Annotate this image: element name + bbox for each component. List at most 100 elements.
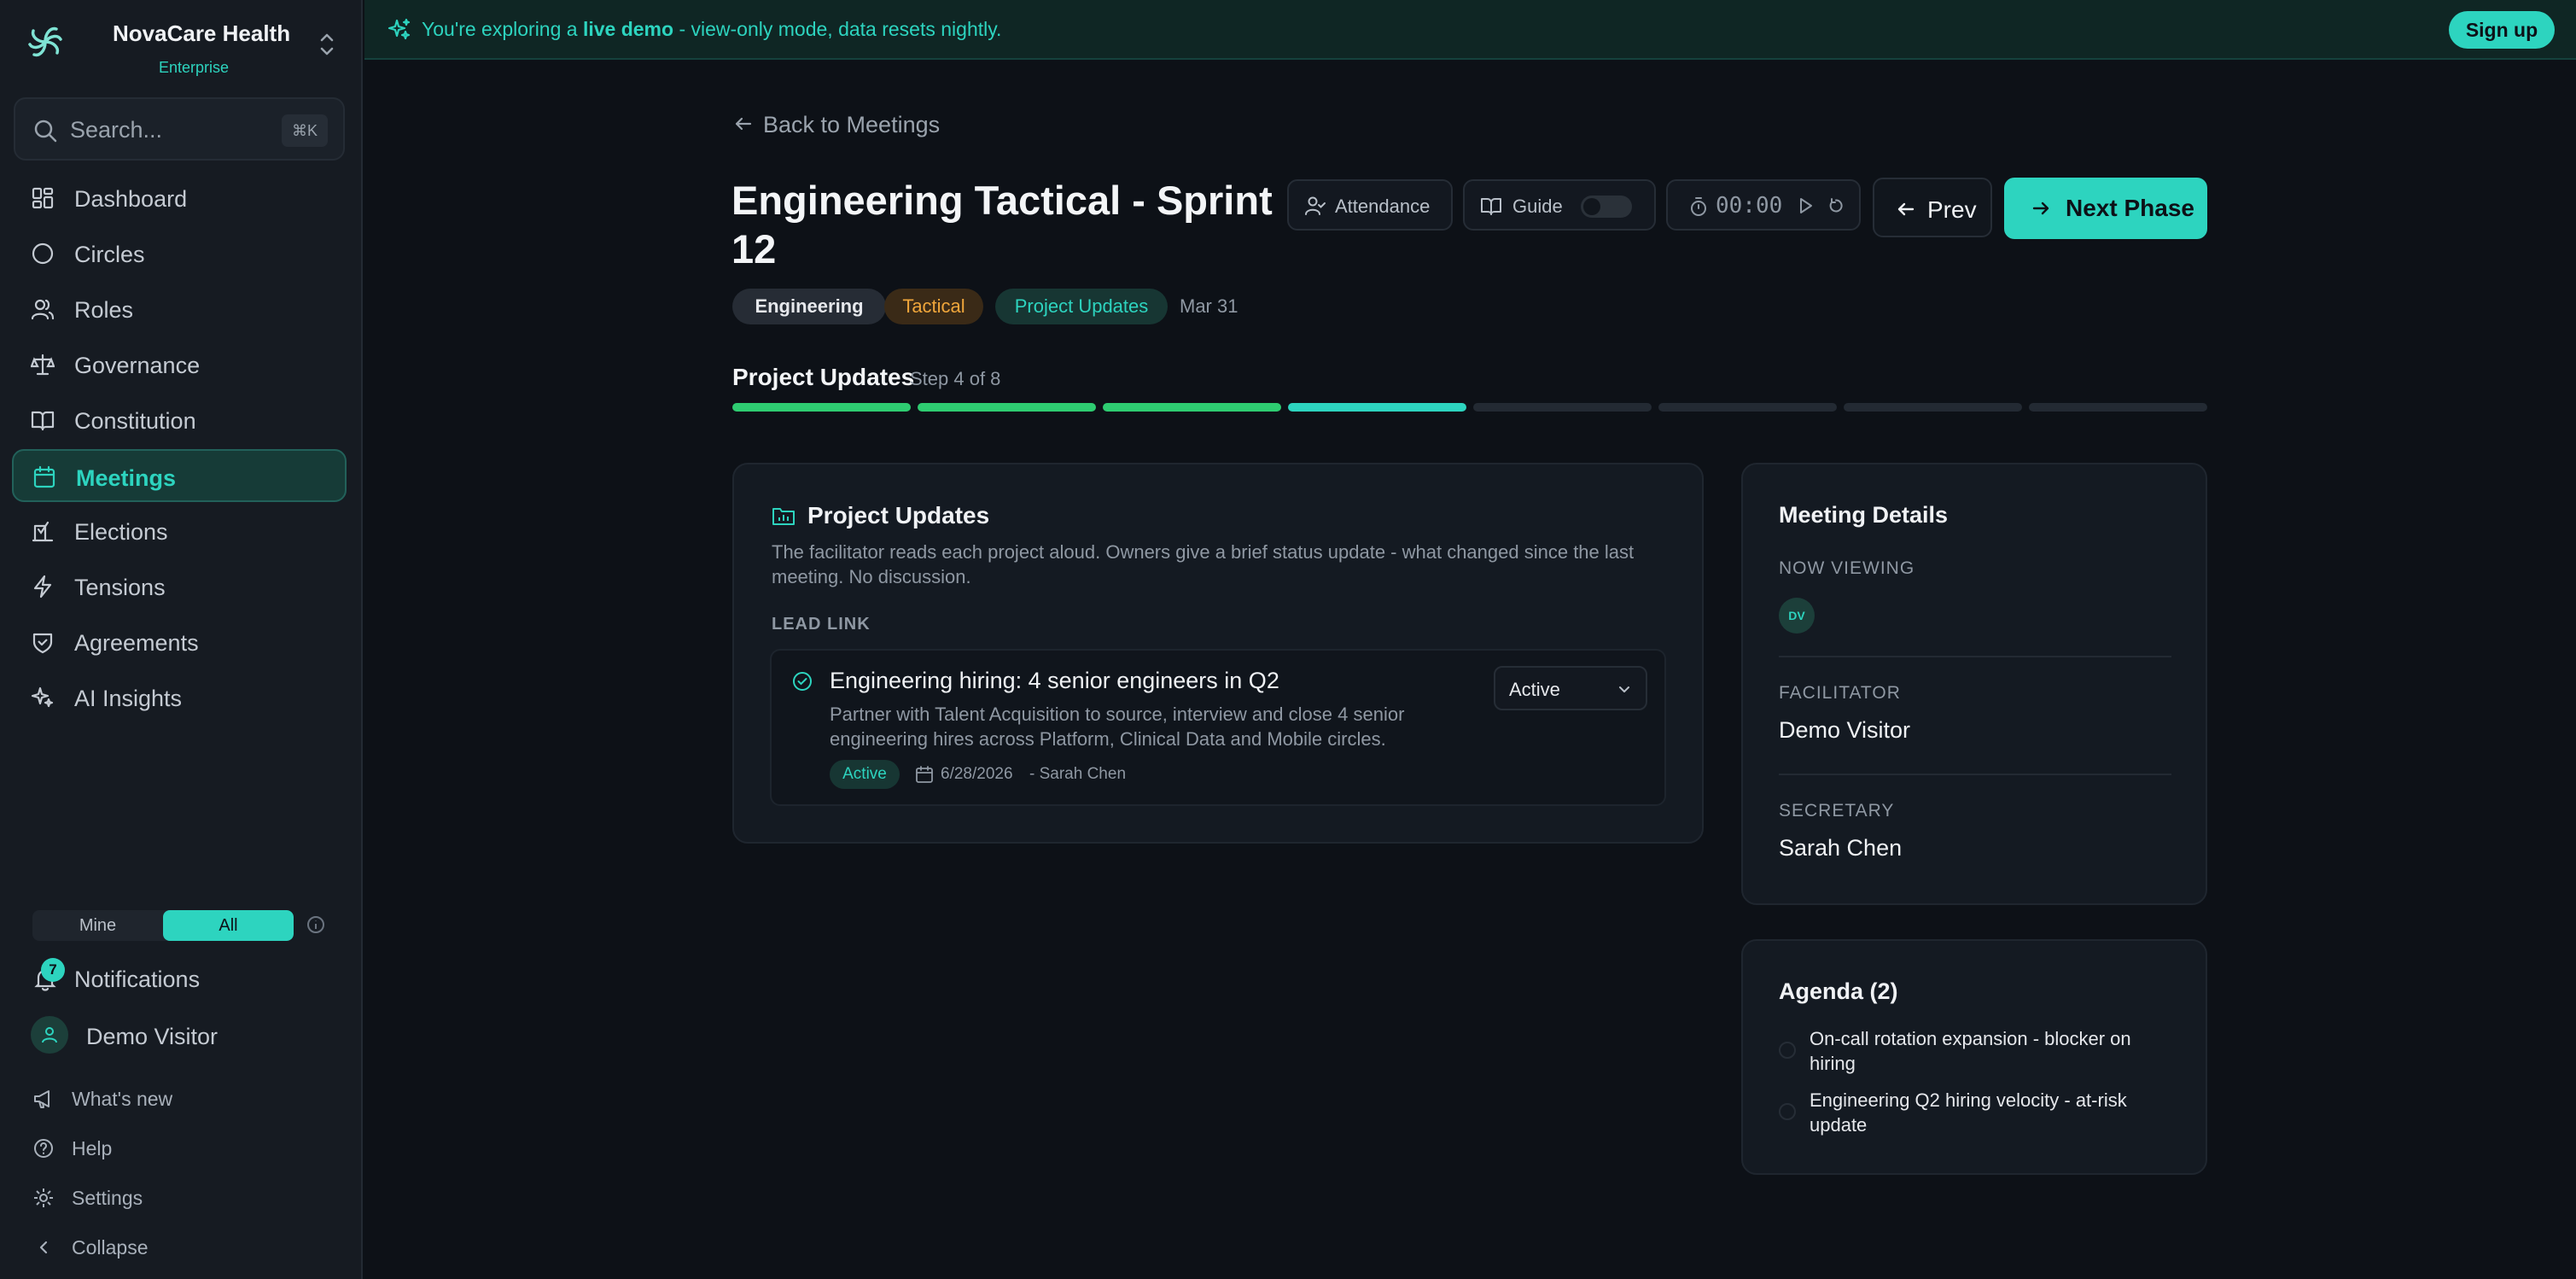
step-counter: Step 4 of 8 (910, 368, 1001, 389)
brand-tier: Enterprise (159, 59, 230, 76)
attendance-button[interactable]: Attendance (1287, 179, 1453, 231)
whats-new-link[interactable]: What's new (29, 1081, 336, 1115)
scale-icon (31, 353, 55, 377)
help-icon (32, 1137, 55, 1159)
progress-segment (1103, 403, 1281, 412)
sidebar-item-label: Tensions (74, 575, 166, 600)
sidebar-item-label: Roles (74, 297, 134, 323)
sidebar: NovaCare Health Enterprise Search... ⌘K … (0, 0, 363, 1279)
arrow-left-icon (732, 113, 755, 135)
circle-icon (31, 242, 55, 266)
user-check-icon (1304, 195, 1326, 217)
phase-card-title: Project Updates (807, 502, 990, 529)
project-item[interactable]: Engineering hiring: 4 senior engineers i… (770, 649, 1666, 806)
sidebar-item-roles[interactable]: Roles (12, 283, 347, 336)
sparkle-icon (387, 17, 412, 43)
progress-segment (1844, 403, 2022, 412)
sidebar-item-ai-insights[interactable]: AI Insights (12, 671, 347, 724)
status-badge: Active (830, 760, 900, 789)
agenda-item-text: On-call rotation expansion - blocker on … (1810, 1028, 2131, 1074)
handshake-icon (31, 630, 55, 654)
divider (1779, 656, 2171, 657)
sidebar-item-elections[interactable]: Elections (12, 505, 347, 558)
chevron-left-icon (32, 1236, 55, 1259)
prev-label: Prev (1927, 196, 1977, 223)
list-item[interactable]: Engineering Q2 hiring velocity - at-risk… (1779, 1088, 2180, 1142)
brand-logo-icon (24, 20, 67, 63)
toggle-knob (1583, 198, 1600, 215)
scope-mine-button[interactable]: Mine (32, 910, 163, 941)
current-step-name: Project Updates (732, 364, 915, 390)
user-menu[interactable]: Demo Visitor (29, 1014, 336, 1057)
sidebar-item-meetings[interactable]: Meetings (12, 449, 347, 502)
agenda-status-icon (1779, 1103, 1796, 1120)
search-icon (32, 118, 58, 143)
project-status-select[interactable]: Active (1494, 666, 1647, 710)
agenda-status-icon (1779, 1042, 1796, 1059)
sidebar-item-agreements[interactable]: Agreements (12, 616, 347, 669)
meeting-date: Mar 31 (1180, 295, 1238, 317)
meeting-details-card: Meeting Details NOW VIEWING DV FACILITAT… (1741, 463, 2207, 905)
project-name: Engineering hiring: 4 senior engineers i… (830, 668, 1279, 693)
phase-card: Project Updates The facilitator reads ea… (732, 463, 1704, 844)
progress-segment (1288, 403, 1466, 412)
search-placeholder: Search... (70, 117, 163, 143)
collapse-label: Collapse (72, 1236, 149, 1259)
prev-phase-button[interactable]: Prev (1873, 178, 1992, 237)
reset-icon[interactable] (1828, 198, 1844, 213)
arrow-right-icon (2030, 197, 2052, 219)
notifications-link[interactable]: 7 Notifications (29, 956, 336, 999)
sidebar-item-label: AI Insights (74, 686, 183, 711)
back-label: Back to Meetings (763, 112, 941, 137)
circle-tag: Engineering (732, 289, 886, 324)
users-icon (31, 297, 55, 321)
demo-banner: You're exploring a live demo - view-only… (364, 0, 2576, 60)
sidebar-item-label: Meetings (76, 465, 177, 491)
sidebar-item-constitution[interactable]: Constitution (12, 394, 347, 447)
sparkle-icon (31, 686, 55, 710)
sidebar-item-dashboard[interactable]: Dashboard (12, 172, 347, 225)
sidebar-item-label: Constitution (74, 408, 196, 434)
next-phase-button[interactable]: Next Phase (2004, 178, 2207, 239)
scope-all-button[interactable]: All (163, 910, 294, 941)
progress-segment (732, 403, 911, 412)
guide-toggle[interactable] (1581, 196, 1632, 218)
collapse-sidebar-button[interactable]: Collapse (29, 1229, 336, 1264)
sidebar-item-tensions[interactable]: Tensions (12, 560, 347, 613)
secretary-label: SECRETARY (1779, 801, 1895, 821)
info-icon[interactable] (306, 914, 326, 935)
agenda-title: Agenda (2) (1779, 978, 1898, 1004)
play-icon[interactable] (1796, 196, 1815, 215)
divider (1779, 774, 2171, 775)
demo-banner-text: You're exploring a live demo - view-only… (422, 18, 1001, 41)
notifications-label: Notifications (74, 967, 201, 992)
progress-segment (2029, 403, 2207, 412)
list-item[interactable]: On-call rotation expansion - blocker on … (1779, 1026, 2180, 1081)
project-due-date: 6/28/2026 (941, 765, 1013, 783)
signup-button[interactable]: Sign up (2449, 11, 2555, 49)
attendance-label: Attendance (1335, 196, 1431, 217)
banner-emphasis: live demo (582, 18, 674, 40)
guide-control: Guide (1463, 179, 1656, 231)
help-link[interactable]: Help (29, 1130, 336, 1165)
project-owner: - Sarah Chen (1029, 765, 1127, 783)
avatar: DV (1779, 598, 1815, 634)
settings-link[interactable]: Settings (29, 1180, 336, 1214)
calendar-icon (32, 465, 56, 489)
page-title: Engineering Tactical - Sprint 12 (731, 178, 1273, 272)
phase-card-description: The facilitator reads each project aloud… (772, 541, 1635, 587)
phase-progress-bar (732, 403, 2207, 412)
user-name: Demo Visitor (86, 1024, 219, 1049)
gear-icon (32, 1187, 55, 1209)
progress-segment (1658, 403, 1837, 412)
progress-segment (1473, 403, 1652, 412)
org-switcher[interactable]: NovaCare Health Enterprise (20, 12, 345, 76)
facilitator-label: FACILITATOR (1779, 683, 1901, 703)
sidebar-item-governance[interactable]: Governance (12, 338, 347, 391)
secretary-name: Sarah Chen (1779, 835, 1903, 861)
dashboard-icon (31, 186, 55, 210)
agenda-item-text: Engineering Q2 hiring velocity - at-risk… (1810, 1089, 2127, 1136)
search-input[interactable]: Search... ⌘K (14, 97, 345, 161)
sidebar-item-circles[interactable]: Circles (12, 227, 347, 280)
search-shortcut: ⌘K (282, 114, 328, 147)
